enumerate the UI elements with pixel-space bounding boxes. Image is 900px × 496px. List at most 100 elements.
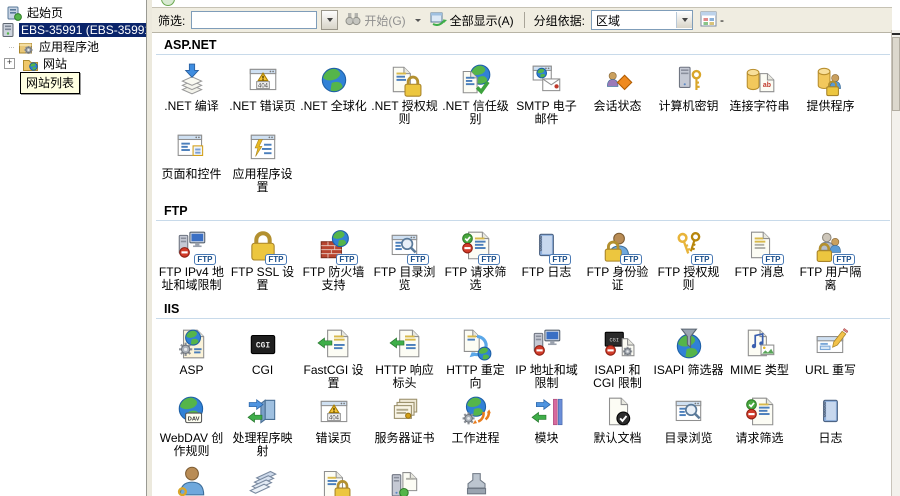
scrollbar-thumb[interactable] xyxy=(892,37,900,111)
feature-directory-browsing[interactable]: 目录浏览 xyxy=(653,390,724,458)
feature-http-redirect[interactable]: HTTP 重定向 xyxy=(440,322,511,390)
feature-http-response-headers[interactable]: HTTP 响应标头 xyxy=(369,322,440,390)
feature-partial-books[interactable] xyxy=(227,458,298,496)
feature-user-isolation[interactable]: FTPFTP 用户隔离 xyxy=(795,224,866,292)
feature-messages-page[interactable]: FTPFTP 消息 xyxy=(724,224,795,292)
svg-text:ab: ab xyxy=(762,82,770,89)
feature-request-filtering[interactable]: FTPFTP 请求筛选 xyxy=(440,224,511,292)
feature-fastcgi-settings[interactable]: FastCGI 设置 xyxy=(298,322,369,390)
feature-label: FTP 目录浏览 xyxy=(370,266,440,292)
feature-net-error-pages[interactable]: 404错误页 xyxy=(298,390,369,458)
feature-logging-book[interactable]: 日志 xyxy=(795,390,866,458)
feature-label: 会话状态 xyxy=(583,100,653,113)
filter-dropdown-button[interactable] xyxy=(321,10,338,30)
feature-net-authorization-rules[interactable]: .NET 授权规则 xyxy=(369,58,440,126)
feature-handler-mappings[interactable]: 处理程序映射 xyxy=(227,390,298,458)
feature-label: 提供程序 xyxy=(796,100,866,113)
feature-pages-and-controls[interactable]: 页面和控件 xyxy=(156,126,227,194)
feature-ip-restrictions[interactable]: IP 地址和域限制 xyxy=(511,322,582,390)
webdav-authoring-icon: DAV xyxy=(172,395,212,431)
feature-default-document[interactable]: 默认文档 xyxy=(582,390,653,458)
feature-label: 工作进程 xyxy=(441,432,511,445)
request-filtering-icon xyxy=(740,395,780,431)
expander-icon[interactable]: + xyxy=(4,58,15,69)
feature-isapi-cgi-restrictions[interactable]: CGIISAPI 和 CGI 限制 xyxy=(582,322,653,390)
group-by-dropdown-button[interactable] xyxy=(676,12,692,28)
feature-net-compilation[interactable]: .NET 编译 xyxy=(156,58,227,126)
feature-machine-key[interactable]: 计算机密钥 xyxy=(653,58,724,126)
tree-item-application-pools[interactable]: ···应用程序池 xyxy=(0,38,146,55)
feature-label: FTP 授权规则 xyxy=(654,266,724,292)
tree-item-server-ebs-35991[interactable]: EBS-35991 (EBS-35991 xyxy=(0,21,146,38)
iis-manager-window: 起始页EBS-35991 (EBS-35991···应用程序池+网站 网站列表 … xyxy=(0,0,900,496)
feature-logging-book[interactable]: FTPFTP 日志 xyxy=(511,224,582,292)
section-title: ASP.NET xyxy=(164,38,892,52)
feature-authorization-keys[interactable]: FTPFTP 授权规则 xyxy=(653,224,724,292)
feature-partial-server-pages[interactable] xyxy=(369,458,440,496)
feature-mime-types[interactable]: MIME 类型 xyxy=(724,322,795,390)
show-all-label: 全部显示(A) xyxy=(450,12,514,29)
directory-browsing-icon xyxy=(669,395,709,431)
feature-connection-strings[interactable]: ab连接字符串 xyxy=(724,58,795,126)
svg-text:CGI: CGI xyxy=(255,342,270,351)
breadcrumb-partial xyxy=(152,0,892,7)
tree-branch: ··· xyxy=(8,42,14,52)
feature-net-globalization[interactable]: .NET 全球化 xyxy=(298,58,369,126)
group-by-select[interactable]: 区域 xyxy=(591,10,693,30)
feature-asp[interactable]: ASP xyxy=(156,322,227,390)
feature-modules[interactable]: 模块 xyxy=(511,390,582,458)
application-settings-icon xyxy=(243,131,283,167)
tree-sites-icon xyxy=(22,56,38,72)
go-button-label: 开始(G) xyxy=(364,12,405,29)
feature-application-settings[interactable]: 应用程序设置 xyxy=(227,126,298,194)
feature-url-rewrite[interactable]: URL 重写 xyxy=(795,322,866,390)
feature-net-trust-levels[interactable]: .NET 信任级别 xyxy=(440,58,511,126)
section-title: FTP xyxy=(164,204,892,218)
feature-server-certificates[interactable]: 服务器证书 xyxy=(369,390,440,458)
show-all-button[interactable]: 全部显示(A) xyxy=(427,10,517,30)
feature-cgi[interactable]: CGICGI xyxy=(227,322,298,390)
default-document-icon xyxy=(598,395,638,431)
cgi-icon: CGI xyxy=(243,327,283,363)
feature-label: 处理程序映射 xyxy=(228,432,298,458)
feature-partial-person[interactable] xyxy=(156,458,227,496)
view-button[interactable]: - xyxy=(697,10,727,31)
feature-request-filtering[interactable]: 请求筛选 xyxy=(724,390,795,458)
fastcgi-settings-icon xyxy=(314,327,354,363)
request-filtering-icon: FTP xyxy=(456,229,496,265)
feature-net-error-pages[interactable]: 404.NET 错误页 xyxy=(227,58,298,126)
net-error-pages-icon: 404 xyxy=(243,63,283,99)
section-iis: IISASPCGICGIFastCGI 设置HTTP 响应标头HTTP 重定向I… xyxy=(156,302,892,496)
authorization-keys-icon: FTP xyxy=(669,229,709,265)
ftp-badge: FTP xyxy=(549,254,570,265)
feature-smtp-email[interactable]: SMTP 电子邮件 xyxy=(511,58,582,126)
modules-icon xyxy=(527,395,567,431)
feature-label: .NET 授权规则 xyxy=(370,100,440,126)
go-button[interactable]: 开始(G) xyxy=(342,11,408,30)
isapi-filters-icon xyxy=(669,327,709,363)
features-toolbar: 筛选: 开始(G) 全部显示(A) 分组依据: 区域 xyxy=(152,7,892,33)
feature-partial-page-lock[interactable] xyxy=(298,458,369,496)
svg-text:CGI: CGI xyxy=(609,337,619,343)
feature-providers[interactable]: 提供程序 xyxy=(795,58,866,126)
feature-ssl-lock[interactable]: FTPFTP SSL 设置 xyxy=(227,224,298,292)
feature-isapi-filters[interactable]: ISAPI 筛选器 xyxy=(653,322,724,390)
feature-session-state[interactable]: 会话状态 xyxy=(582,58,653,126)
feature-label: FTP SSL 设置 xyxy=(228,266,298,292)
vertical-scrollbar[interactable] xyxy=(891,30,900,496)
feature-partial-stamp[interactable] xyxy=(440,458,511,496)
url-rewrite-icon xyxy=(811,327,851,363)
feature-authentication-person[interactable]: FTPFTP 身份验证 xyxy=(582,224,653,292)
section-divider xyxy=(156,54,890,55)
tree-item-sites[interactable]: +网站 xyxy=(0,55,146,72)
feature-worker-processes[interactable]: 工作进程 xyxy=(440,390,511,458)
feature-webdav-authoring[interactable]: DAVWebDAV 创作规则 xyxy=(156,390,227,458)
feature-directory-browsing[interactable]: FTPFTP 目录浏览 xyxy=(369,224,440,292)
filter-input[interactable] xyxy=(191,11,317,29)
worker-processes-icon xyxy=(456,395,496,431)
http-response-headers-icon xyxy=(385,327,425,363)
feature-firewall[interactable]: FTPFTP 防火墙支持 xyxy=(298,224,369,292)
feature-ip-restrictions[interactable]: FTPFTP IPv4 地址和域限制 xyxy=(156,224,227,292)
go-dropdown-button[interactable] xyxy=(413,11,423,29)
tree-item-start-page[interactable]: 起始页 xyxy=(0,4,146,21)
